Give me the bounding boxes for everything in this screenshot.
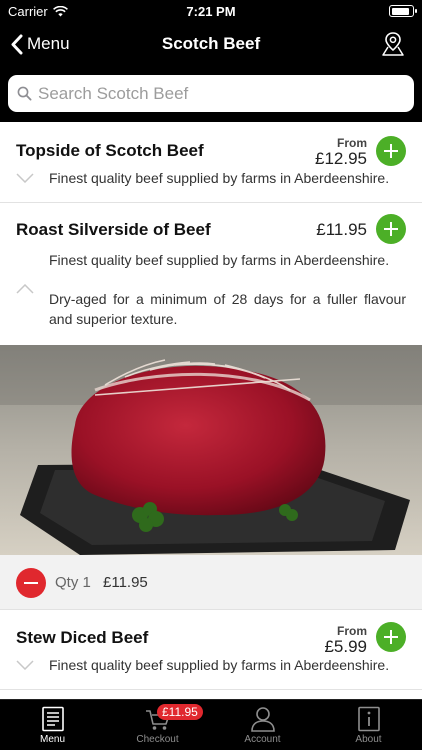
add-button[interactable] <box>376 214 406 244</box>
remove-button[interactable] <box>16 568 46 598</box>
product-price: £11.95 <box>316 220 367 239</box>
product-row-silverside[interactable]: Roast Silverside of Beef £11.95 Finest q… <box>0 203 422 345</box>
tab-label: About <box>355 734 382 745</box>
search-input[interactable] <box>38 75 414 112</box>
chevron-down-icon[interactable] <box>16 173 34 183</box>
checkout-badge: £11.95 <box>157 704 203 720</box>
quantity-label: Qty 1 <box>55 574 91 591</box>
product-description: Finest quality beef supplied by farms in… <box>49 170 390 186</box>
search-icon <box>17 86 32 101</box>
product-name: Roast Silverside of Beef <box>16 220 211 239</box>
quantity-price: £11.95 <box>103 574 148 591</box>
product-description: Finest quality beef supplied by farms in… <box>49 252 390 268</box>
chevron-up-icon[interactable] <box>16 284 34 294</box>
tab-checkout[interactable]: Checkout £11.95 <box>105 700 210 750</box>
battery-icon <box>389 5 417 17</box>
tab-bar: Menu Checkout £11.95 Account About <box>0 699 422 750</box>
nav-bar: Menu Scotch Beef <box>0 22 422 66</box>
person-icon <box>250 707 275 732</box>
map-pin-icon[interactable] <box>380 31 406 57</box>
page-title: Scotch Beef <box>161 34 261 53</box>
from-label: From <box>337 136 367 150</box>
info-icon <box>357 706 380 732</box>
cart-quantity-row: Qty 1 £11.95 <box>0 555 422 610</box>
chevron-down-icon[interactable] <box>16 660 34 670</box>
product-name: Stew Diced Beef <box>16 628 149 647</box>
tab-menu[interactable]: Menu <box>0 700 105 750</box>
search-field <box>8 75 414 112</box>
product-row-stew[interactable]: Stew Diced Beef From £5.99 Finest qualit… <box>0 610 422 690</box>
product-price: £5.99 <box>324 637 367 656</box>
tab-label: Checkout <box>136 734 179 745</box>
tab-label: Menu <box>39 734 65 745</box>
product-name: Topside of Scotch Beef <box>16 141 204 160</box>
tab-about[interactable]: About <box>315 700 422 750</box>
product-photo <box>0 345 422 555</box>
product-row-topside[interactable]: Topside of Scotch Beef From £12.95 Fines… <box>0 122 422 203</box>
status-bar: Carrier 7:21 PM <box>0 0 422 22</box>
tab-account[interactable]: Account <box>210 700 315 750</box>
status-time: 7:21 PM <box>186 4 236 19</box>
search-bar <box>0 66 422 122</box>
product-price: £12.95 <box>315 149 367 168</box>
add-button[interactable] <box>376 622 406 652</box>
from-label: From <box>337 624 367 638</box>
add-button[interactable] <box>376 136 406 166</box>
product-description: Finest quality beef supplied by farms in… <box>49 657 390 673</box>
tab-label: Account <box>244 734 281 745</box>
product-extra-description: Dry-aged for a minimum of 28 days for a … <box>49 291 406 327</box>
menu-book-icon <box>41 706 64 732</box>
